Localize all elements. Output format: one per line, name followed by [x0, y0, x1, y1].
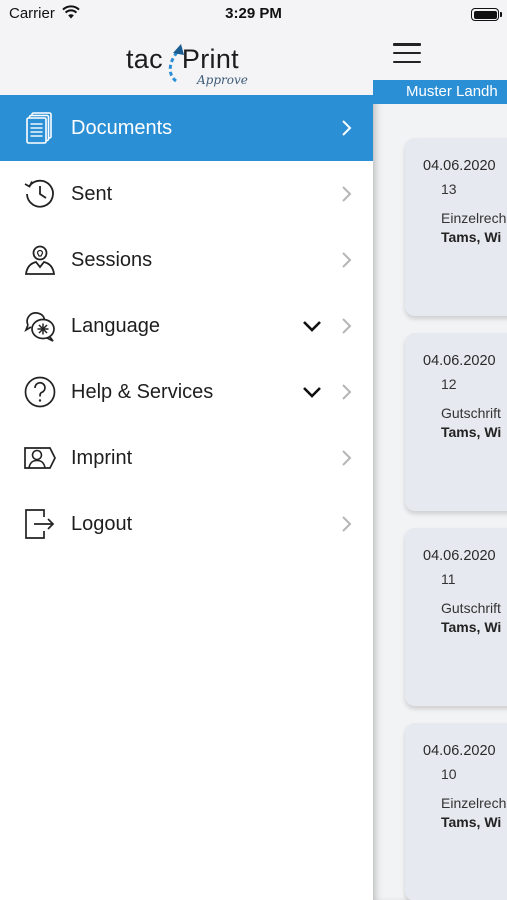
- chevron-right-icon: [342, 450, 352, 466]
- logo-brand-right: Print: [181, 44, 239, 74]
- chevron-right-icon: [342, 252, 352, 268]
- document-recipient: Tams, Wi: [441, 229, 502, 245]
- menu-item-sessions[interactable]: Sessions: [0, 227, 373, 293]
- document-date: 04.06.2020: [423, 353, 496, 369]
- logout-icon: [25, 509, 55, 539]
- menu-item-sent[interactable]: Sent: [0, 161, 373, 227]
- document-date: 04.06.2020: [423, 743, 496, 759]
- logo-arrow-icon: [168, 44, 184, 83]
- sessions-icon: [24, 245, 56, 275]
- document-card[interactable]: 04.06.2020 12 Gutschrift Tams, Wi: [405, 333, 507, 511]
- document-type: Gutschrift: [441, 600, 501, 616]
- menu-item-logout[interactable]: Logout: [0, 491, 373, 557]
- menu-item-label: Sent: [71, 183, 113, 205]
- chevron-right-icon: [342, 516, 352, 532]
- document-card[interactable]: 04.06.2020 13 Einzelrech Tams, Wi: [405, 138, 507, 316]
- document-date: 04.06.2020: [423, 158, 496, 174]
- menu-item-label: Documents: [71, 117, 173, 139]
- tacprint-logo: tac Print Approve: [126, 44, 251, 90]
- menu-item-label: Sessions: [71, 249, 153, 271]
- chevron-right-icon: [342, 384, 352, 400]
- document-type: Gutschrift: [441, 405, 501, 421]
- document-card[interactable]: 04.06.2020 10 Einzelrech Tams, Wi: [405, 723, 507, 900]
- document-number: 10: [441, 766, 457, 782]
- document-list: 04.06.2020 13 Einzelrech Tams, Wi 04.06.…: [373, 104, 507, 900]
- document-list-screen: Muster Landh 04.06.2020 13 Einzelrech Ta…: [373, 0, 507, 900]
- document-type: Einzelrech: [441, 210, 507, 226]
- sent-history-icon: [24, 179, 54, 208]
- hamburger-menu-icon[interactable]: [393, 43, 421, 63]
- menu-item-help-services[interactable]: Help & Services: [0, 359, 373, 425]
- company-name-bar: Muster Landh: [373, 80, 507, 104]
- chevron-right-icon: [342, 186, 352, 202]
- drawer-menu: Documents Sent Sessions Language Help & …: [0, 95, 373, 557]
- document-card[interactable]: 04.06.2020 11 Gutschrift Tams, Wi: [405, 528, 507, 706]
- language-icon: [24, 312, 55, 342]
- logo-brand-left: tac: [126, 44, 163, 74]
- chevron-down-icon[interactable]: [301, 317, 323, 335]
- document-number: 11: [441, 571, 456, 587]
- document-number: 12: [441, 376, 457, 392]
- menu-item-label: Language: [71, 315, 160, 337]
- imprint-icon: [24, 447, 56, 469]
- document-type: Einzelrech: [441, 795, 507, 811]
- document-recipient: Tams, Wi: [441, 424, 502, 440]
- menu-item-label: Imprint: [71, 447, 133, 469]
- document-recipient: Tams, Wi: [441, 619, 502, 635]
- chevron-right-icon: [342, 318, 352, 334]
- document-date: 04.06.2020: [423, 548, 496, 564]
- documents-icon: [26, 112, 52, 144]
- menu-item-imprint[interactable]: Imprint: [0, 425, 373, 491]
- help-icon: [24, 376, 56, 408]
- chevron-right-icon: [342, 120, 352, 136]
- menu-item-label: Logout: [71, 513, 133, 535]
- document-number: 13: [441, 181, 457, 197]
- side-drawer: Carrier tac Print Approve 3:29 PM Docume…: [0, 0, 373, 900]
- menu-item-language[interactable]: Language: [0, 293, 373, 359]
- menu-item-documents[interactable]: Documents: [0, 95, 373, 161]
- chevron-down-icon[interactable]: [301, 383, 323, 401]
- document-recipient: Tams, Wi: [441, 814, 502, 830]
- menu-item-label: Help & Services: [71, 381, 214, 403]
- status-time: 3:29 PM: [225, 5, 282, 22]
- logo-product-name: Approve: [197, 73, 248, 87]
